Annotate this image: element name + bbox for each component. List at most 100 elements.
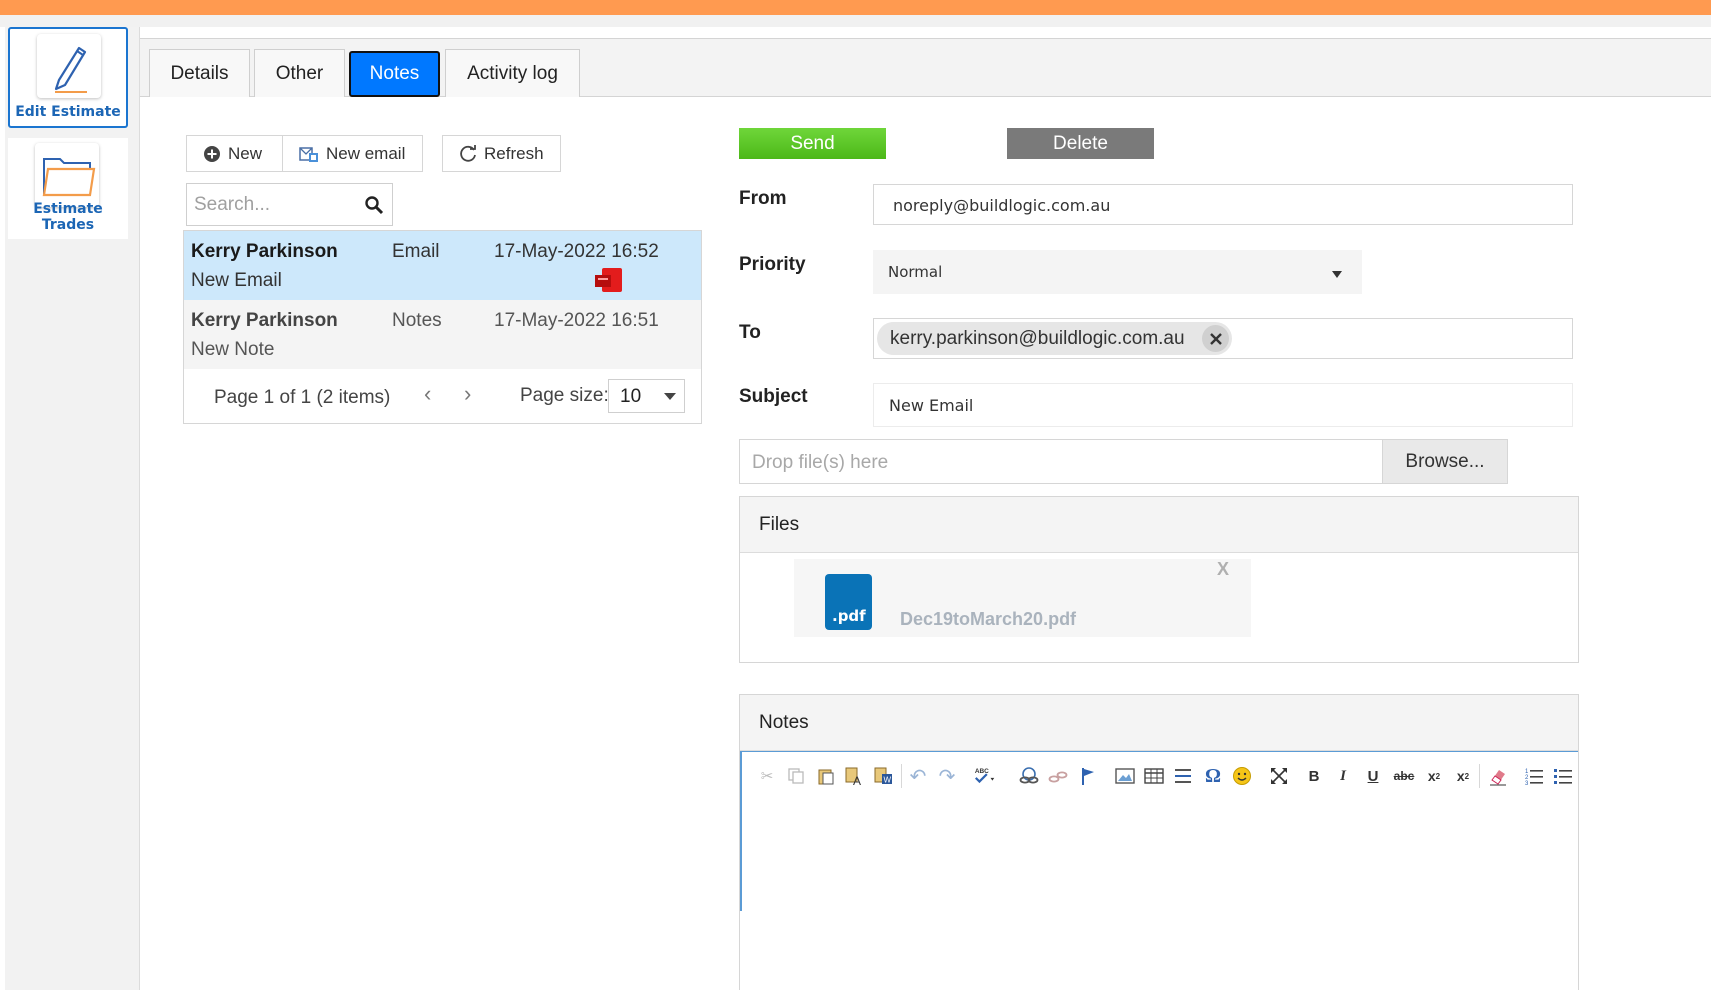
remove-file-button[interactable]: X [1217,559,1229,580]
paste-word-icon[interactable]: W [872,764,896,788]
pencil-icon [37,34,101,98]
spellcheck-icon[interactable]: ABC [973,764,997,788]
anchor-flag-icon[interactable] [1076,764,1100,788]
pager: Page 1 of 1 (2 items) ‹ › Page size: 10 [184,369,701,424]
tab-other[interactable]: Other [254,49,345,97]
unlink-icon[interactable] [1046,764,1070,788]
subject-label: Subject [739,386,808,407]
tab-notes[interactable]: Notes [349,51,440,97]
refresh-button[interactable]: Refresh [442,135,561,172]
paste-icon[interactable] [814,764,838,788]
pdf-attachment-icon [595,268,622,292]
tab-activity-log[interactable]: Activity log [445,49,580,97]
new-email-button-label: New email [326,143,406,163]
special-character-icon[interactable]: Ω [1201,764,1225,788]
page-size-select[interactable]: 10 [608,379,685,413]
from-label: From [739,188,787,209]
copy-icon[interactable] [784,764,808,788]
top-strip [0,15,1711,27]
new-email-button[interactable]: New email [282,135,423,172]
send-button[interactable]: Send [739,128,886,159]
file-drop-zone[interactable]: Drop file(s) here [739,439,1383,484]
toolbar-separator [1479,764,1480,788]
row-subject: New Note [191,339,275,360]
files-panel-title: Files [759,514,800,535]
italic-icon[interactable]: I [1331,764,1355,788]
file-card: .pdf Dec19toMarch20.pdf X [794,559,1251,637]
image-icon[interactable] [1113,764,1137,788]
search-input[interactable] [187,184,352,225]
from-value: noreply@buildlogic.com.au [893,196,1111,215]
files-panel: Files .pdf Dec19toMarch20.pdf X [739,496,1579,663]
numbered-list-icon[interactable]: 123 [1522,764,1546,788]
remove-recipient-button[interactable] [1202,325,1229,352]
tab-strip: Details Other Notes Activity log [140,39,1711,97]
to-label: To [739,322,761,343]
chevron-down-icon [1332,271,1342,278]
bulleted-list-icon[interactable] [1551,764,1575,788]
plus-circle-icon [204,145,220,162]
refresh-button-label: Refresh [484,143,544,163]
paste-text-icon[interactable]: A [843,764,867,788]
page-size-label: Page size: [520,385,609,406]
link-icon[interactable] [1017,764,1041,788]
toolbar-separator [901,764,902,788]
maximize-icon[interactable] [1267,764,1291,788]
top-accent-bar [0,0,1711,15]
notes-panel: Notes ✂ A W ↶ ↷ ABC Ω B I U abc x2 x2 12… [739,694,1579,990]
search-icon[interactable] [364,195,384,215]
svg-text:ABC: ABC [975,768,989,775]
bold-icon[interactable]: B [1302,764,1326,788]
svg-text:3: 3 [1525,781,1529,786]
sidebar-item-edit-estimate[interactable]: Edit Estimate [8,27,128,128]
notes-list: Kerry Parkinson Email 17-May-2022 16:52 … [183,230,702,424]
subscript-icon[interactable]: x2 [1422,764,1446,788]
close-icon [1209,332,1222,345]
from-field[interactable]: noreply@buildlogic.com.au [873,184,1573,225]
sidebar-item-label: Edit Estimate [15,104,121,120]
priority-label: Priority [739,254,806,275]
page-size-value: 10 [620,386,642,407]
recipient-chip: kerry.parkinson@buildlogic.com.au [877,322,1232,355]
prev-page-icon[interactable]: ‹ [424,381,431,407]
strikethrough-icon[interactable]: abc [1390,764,1418,788]
sidebar-item-label: Estimate Trades [33,201,103,233]
table-icon[interactable] [1142,764,1166,788]
sidebar: Edit Estimate Estimate Trades [5,27,140,990]
subject-field[interactable]: New Email [873,383,1573,427]
tab-details[interactable]: Details [149,49,250,97]
refresh-icon [460,144,476,162]
table-row[interactable]: Kerry Parkinson Notes 17-May-2022 16:51 … [184,300,701,369]
row-subject: New Email [191,270,282,291]
row-type: Email [392,241,440,262]
new-button[interactable]: New [186,135,283,172]
underline-icon[interactable]: U [1361,764,1385,788]
file-name[interactable]: Dec19toMarch20.pdf [900,609,1076,630]
row-date: 17-May-2022 16:51 [494,310,659,331]
recipient-email: kerry.parkinson@buildlogic.com.au [890,328,1185,349]
delete-button[interactable]: Delete [1007,128,1154,159]
table-row[interactable]: Kerry Parkinson Email 17-May-2022 16:52 … [184,231,701,300]
file-extension: .pdf [832,607,866,625]
subject-value: New Email [889,396,974,415]
remove-format-icon[interactable] [1486,764,1510,788]
email-icon [299,146,318,162]
search-box [186,183,393,226]
browse-button[interactable]: Browse... [1382,439,1508,484]
next-page-icon[interactable]: › [464,381,471,407]
priority-value: Normal [888,263,943,281]
svg-text:W: W [884,776,892,785]
notes-editor[interactable]: ✂ A W ↶ ↷ ABC Ω B I U abc x2 x2 123 [740,751,1578,911]
superscript-icon[interactable]: x2 [1451,764,1475,788]
sidebar-item-estimate-trades[interactable]: Estimate Trades [8,138,128,239]
row-date: 17-May-2022 16:52 [494,241,659,262]
horizontal-rule-icon[interactable] [1171,764,1195,788]
smiley-icon[interactable] [1230,764,1254,788]
notes-panel-title: Notes [759,712,809,733]
chevron-down-icon [664,393,676,400]
notes-panel-header: Notes [740,695,1578,751]
undo-icon[interactable]: ↶ [906,764,930,788]
priority-select[interactable]: Normal [873,250,1362,294]
redo-icon[interactable]: ↷ [935,764,959,788]
cut-icon[interactable]: ✂ [755,764,779,788]
